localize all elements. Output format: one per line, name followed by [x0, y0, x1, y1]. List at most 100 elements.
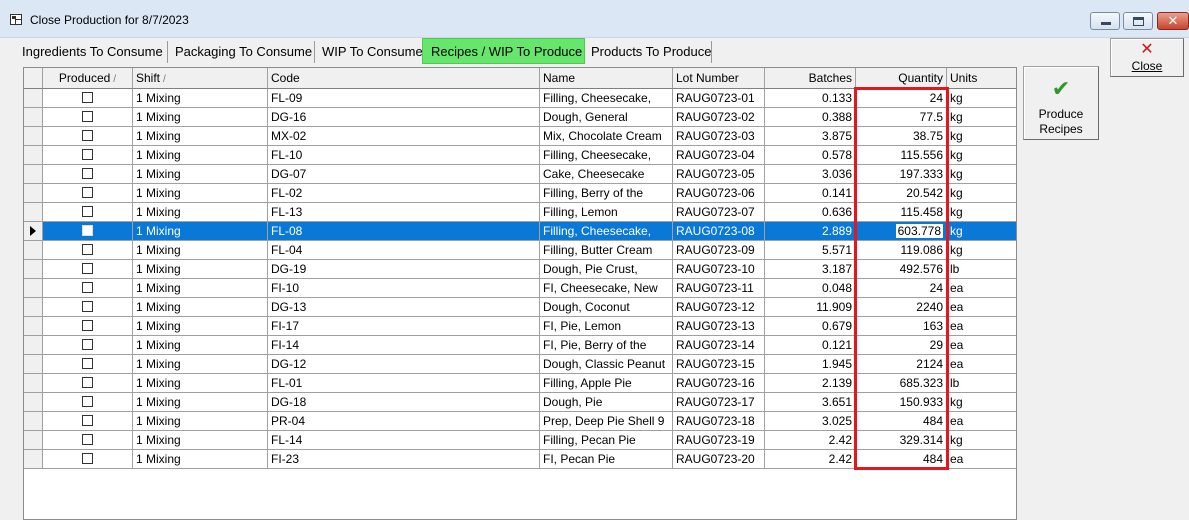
produced-checkbox[interactable] — [82, 263, 93, 274]
quantity-edit-selection[interactable]: 603.778 — [895, 224, 943, 238]
table-row[interactable]: 1 Mixing FL-01 Filling, Apple Pie RAUG0723-… — [24, 374, 1016, 393]
produce-recipes-button[interactable]: ✔ Produce Recipes — [1023, 66, 1099, 140]
table-row[interactable]: 1 Mixing DG-07 Cake, Cheesecake RAUG0723-05… — [24, 165, 1016, 184]
column-header-lot-number[interactable]: Lot Number — [673, 68, 765, 89]
produced-checkbox[interactable] — [82, 434, 93, 445]
quantity-cell[interactable]: 150.933 — [856, 393, 947, 412]
produced-checkbox[interactable] — [82, 111, 93, 122]
produced-checkbox[interactable] — [82, 358, 93, 369]
produced-checkbox[interactable] — [82, 282, 93, 293]
row-header[interactable] — [24, 260, 43, 279]
produced-checkbox[interactable] — [82, 206, 93, 217]
column-header-shift[interactable]: Shift / — [133, 68, 268, 89]
quantity-cell[interactable]: 484 — [856, 412, 947, 431]
produced-checkbox[interactable] — [82, 187, 93, 198]
produced-checkbox[interactable] — [82, 339, 93, 350]
row-header[interactable] — [24, 393, 43, 412]
row-header[interactable] — [24, 431, 43, 450]
quantity-cell[interactable]: 329.314 — [856, 431, 947, 450]
produced-checkbox[interactable] — [82, 377, 93, 388]
table-row[interactable]: 1 Mixing DG-19 Dough, Pie Crust, RAUG0723-1… — [24, 260, 1016, 279]
row-header[interactable] — [24, 127, 43, 146]
quantity-cell[interactable]: 38.75 — [856, 127, 947, 146]
row-header[interactable] — [24, 374, 43, 393]
quantity-cell[interactable]: 197.333 — [856, 165, 947, 184]
table-row[interactable]: 1 Mixing PR-04 Prep, Deep Pie Shell 9 RAUG0… — [24, 412, 1016, 431]
row-header[interactable] — [24, 89, 43, 108]
produced-checkbox[interactable] — [82, 453, 93, 464]
quantity-cell[interactable]: 115.556 — [856, 146, 947, 165]
column-header-name[interactable]: Name — [540, 68, 673, 89]
quantity-cell[interactable]: 119.086 — [856, 241, 947, 260]
maximize-button[interactable] — [1123, 12, 1153, 30]
row-header[interactable] — [24, 336, 43, 355]
tab-packaging-to-consume[interactable]: Packaging To Consume — [171, 41, 315, 63]
tab-products-to-produce[interactable]: Products To Produce — [587, 41, 712, 63]
minimize-button[interactable] — [1090, 12, 1120, 30]
table-row[interactable]: 1 Mixing DG-13 Dough, Coconut RAUG0723-12 11… — [24, 298, 1016, 317]
produced-checkbox[interactable] — [82, 149, 93, 160]
row-header[interactable] — [24, 241, 43, 260]
table-row[interactable]: 1 Mixing DG-18 Dough, Pie RAUG0723-17 3.651 1… — [24, 393, 1016, 412]
column-header-quantity[interactable]: Quantity — [856, 68, 947, 89]
column-header-units[interactable]: Units — [947, 68, 1016, 89]
row-header[interactable] — [24, 184, 43, 203]
table-row[interactable]: 1 Mixing MX-02 Mix, Chocolate Cream RAUG072… — [24, 127, 1016, 146]
window-close-button[interactable]: ✕ — [1157, 12, 1189, 30]
row-header[interactable] — [24, 108, 43, 127]
row-header[interactable] — [24, 203, 43, 222]
quantity-cell[interactable]: 163 — [856, 317, 947, 336]
table-row[interactable]: 1 Mixing DG-12 Dough, Classic Peanut RAUG07… — [24, 355, 1016, 374]
row-header[interactable] — [24, 146, 43, 165]
recipes-grid[interactable]: Produced / Shift / Code Name Lot Number Ba… — [23, 67, 1017, 520]
produced-checkbox[interactable] — [82, 415, 93, 426]
tab-recipes-wip-to-produce[interactable]: Recipes / WIP To Produce — [422, 38, 585, 64]
quantity-cell[interactable]: 24 — [856, 279, 947, 298]
quantity-cell[interactable]: 685.323 — [856, 374, 947, 393]
row-header[interactable] — [24, 165, 43, 184]
row-header[interactable] — [24, 279, 43, 298]
produced-checkbox[interactable] — [82, 92, 93, 103]
table-row[interactable]: 1 Mixing FL-04 Filling, Butter Cream RAUG07… — [24, 241, 1016, 260]
column-header-batches[interactable]: Batches — [765, 68, 856, 89]
quantity-cell[interactable]: 77.5 — [856, 108, 947, 127]
table-row[interactable]: 1 Mixing FI-17 FI, Pie, Lemon RAUG0723-13 0.… — [24, 317, 1016, 336]
produced-checkbox[interactable] — [82, 320, 93, 331]
quantity-cell[interactable]: 603.778 — [856, 222, 947, 241]
table-row[interactable]: 1 Mixing DG-16 Dough, General RAUG0723-02 0.… — [24, 108, 1016, 127]
quantity-cell[interactable]: 20.542 — [856, 184, 947, 203]
column-header-code[interactable]: Code — [268, 68, 540, 89]
produced-checkbox[interactable] — [82, 225, 93, 236]
table-row[interactable]: 1 Mixing FI-14 FI, Pie, Berry of the RAUG07… — [24, 336, 1016, 355]
tab-ingredients-to-consume[interactable]: Ingredients To Consume — [18, 41, 168, 63]
close-button[interactable]: ✕ Close — [1110, 38, 1184, 77]
table-row[interactable]: 1 Mixing FL-08 Filling, Cheesecake, RAUG072… — [24, 222, 1016, 241]
row-header[interactable] — [24, 450, 43, 469]
row-header[interactable] — [24, 412, 43, 431]
table-row[interactable]: 1 Mixing FL-14 Filling, Pecan Pie RAUG0723-… — [24, 431, 1016, 450]
column-header-produced[interactable]: Produced / — [43, 68, 133, 89]
table-row[interactable]: 1 Mixing FL-09 Filling, Cheesecake, RAUG072… — [24, 89, 1016, 108]
tab-wip-to-consume[interactable]: WIP To Consume — [318, 41, 424, 63]
produced-checkbox[interactable] — [82, 244, 93, 255]
quantity-cell[interactable]: 2124 — [856, 355, 947, 374]
table-row[interactable]: 1 Mixing FI-23 FI, Pecan Pie RAUG0723-20 2.4… — [24, 450, 1016, 469]
row-header[interactable] — [24, 355, 43, 374]
row-header[interactable] — [24, 317, 43, 336]
row-header[interactable] — [24, 222, 43, 241]
quantity-cell[interactable]: 492.576 — [856, 260, 947, 279]
table-row[interactable]: 1 Mixing FL-02 Filling, Berry of the RAUG07… — [24, 184, 1016, 203]
table-row[interactable]: 1 Mixing FI-10 FI, Cheesecake, New RAUG0723… — [24, 279, 1016, 298]
produced-checkbox[interactable] — [82, 168, 93, 179]
table-row[interactable]: 1 Mixing FL-10 Filling, Cheesecake, RAUG072… — [24, 146, 1016, 165]
produced-checkbox[interactable] — [82, 130, 93, 141]
quantity-cell[interactable]: 24 — [856, 89, 947, 108]
row-header[interactable] — [24, 298, 43, 317]
quantity-cell[interactable]: 29 — [856, 336, 947, 355]
table-row[interactable]: 1 Mixing FL-13 Filling, Lemon RAUG0723-07 0.… — [24, 203, 1016, 222]
produced-checkbox[interactable] — [82, 396, 93, 407]
quantity-cell[interactable]: 115.458 — [856, 203, 947, 222]
produced-checkbox[interactable] — [82, 301, 93, 312]
quantity-cell[interactable]: 484 — [856, 450, 947, 469]
quantity-cell[interactable]: 2240 — [856, 298, 947, 317]
